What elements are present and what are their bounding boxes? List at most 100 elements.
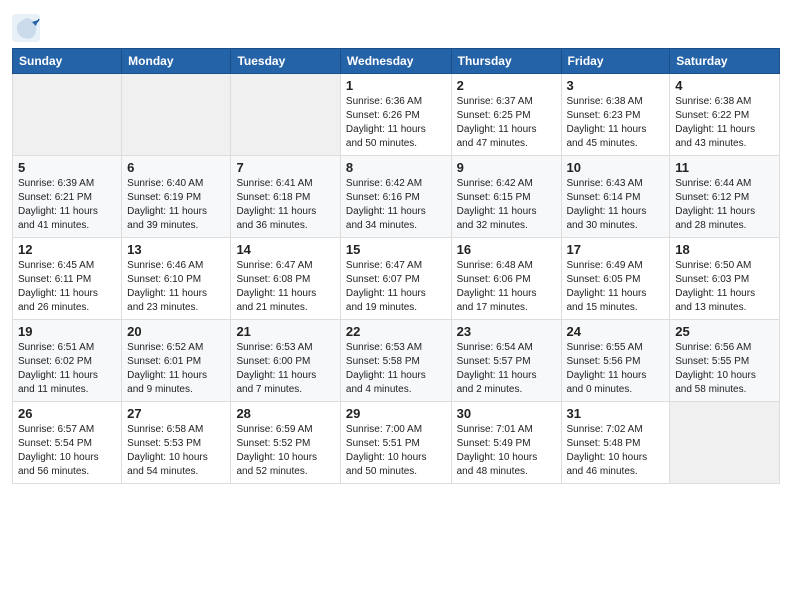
calendar-cell: 16 Sunrise: 6:48 AM Sunset: 6:06 PM Dayli… <box>451 238 561 320</box>
day-number: 27 <box>127 406 225 421</box>
calendar-cell: 21Sunrise: 6:53 AM Sunset: 6:00 PM Dayli… <box>231 320 340 402</box>
day-info: Sunrise: 6:55 AM Sunset: 5:56 PM Dayligh… <box>567 341 665 397</box>
day-info: Sunrise: 6:52 AM Sunset: 6:01 PM Dayligh… <box>127 341 225 397</box>
page-container: SundayMondayTuesdayWednesdayThursdayFrid… <box>0 0 792 494</box>
day-info: Sunrise: 6:57 AM Sunset: 5:54 PM Dayligh… <box>18 423 116 479</box>
calendar-cell: 5 Sunrise: 6:39 AM Sunset: 6:21 PM Daylig… <box>13 156 122 238</box>
day-info: Sunrise: 6:42 AM Sunset: 6:15 PM Dayligh… <box>457 177 556 233</box>
day-info: Sunrise: 6:48 AM Sunset: 6:06 PM Dayligh… <box>457 259 556 315</box>
day-number: 5 <box>18 160 116 175</box>
day-number: 17 <box>567 242 665 257</box>
calendar-cell: 9 Sunrise: 6:42 AM Sunset: 6:15 PM Daylig… <box>451 156 561 238</box>
calendar-week-row: 12 Sunrise: 6:45 AM Sunset: 6:11 PM Dayli… <box>13 238 780 320</box>
day-number: 9 <box>457 160 556 175</box>
calendar-cell: 23 Sunrise: 6:54 AM Sunset: 5:57 PM Dayli… <box>451 320 561 402</box>
calendar-header-wednesday: Wednesday <box>340 49 451 74</box>
day-number: 10 <box>567 160 665 175</box>
day-number: 7 <box>236 160 334 175</box>
day-number: 12 <box>18 242 116 257</box>
calendar-cell: 10 Sunrise: 6:43 AM Sunset: 6:14 PM Dayli… <box>561 156 670 238</box>
day-info: Sunrise: 6:53 AM Sunset: 5:58 PM Dayligh… <box>346 341 446 397</box>
calendar-cell <box>122 74 231 156</box>
calendar-cell: 17 Sunrise: 6:49 AM Sunset: 6:05 PM Dayli… <box>561 238 670 320</box>
calendar-cell: 2 Sunrise: 6:37 AM Sunset: 6:25 PM Daylig… <box>451 74 561 156</box>
day-info: Sunrise: 6:47 AM Sunset: 6:07 PM Dayligh… <box>346 259 446 315</box>
day-number: 3 <box>567 78 665 93</box>
calendar-cell: 4Sunrise: 6:38 AM Sunset: 6:22 PM Daylig… <box>670 74 780 156</box>
day-number: 8 <box>346 160 446 175</box>
day-info: Sunrise: 6:49 AM Sunset: 6:05 PM Dayligh… <box>567 259 665 315</box>
day-number: 1 <box>346 78 446 93</box>
day-info: Sunrise: 6:44 AM Sunset: 6:12 PM Dayligh… <box>675 177 774 233</box>
day-info: Sunrise: 6:56 AM Sunset: 5:55 PM Dayligh… <box>675 341 774 397</box>
day-number: 18 <box>675 242 774 257</box>
calendar-header-row: SundayMondayTuesdayWednesdayThursdayFrid… <box>13 49 780 74</box>
calendar-cell: 11 Sunrise: 6:44 AM Sunset: 6:12 PM Dayli… <box>670 156 780 238</box>
day-number: 13 <box>127 242 225 257</box>
day-info: Sunrise: 6:59 AM Sunset: 5:52 PM Dayligh… <box>236 423 334 479</box>
day-info: Sunrise: 6:43 AM Sunset: 6:14 PM Dayligh… <box>567 177 665 233</box>
day-info: Sunrise: 6:38 AM Sunset: 6:23 PM Dayligh… <box>567 95 665 151</box>
day-info: Sunrise: 6:41 AM Sunset: 6:18 PM Dayligh… <box>236 177 334 233</box>
calendar-cell: 27 Sunrise: 6:58 AM Sunset: 5:53 PM Dayli… <box>122 402 231 484</box>
day-number: 6 <box>127 160 225 175</box>
day-info: Sunrise: 7:01 AM Sunset: 5:49 PM Dayligh… <box>457 423 556 479</box>
calendar-cell: 7 Sunrise: 6:41 AM Sunset: 6:18 PM Daylig… <box>231 156 340 238</box>
day-info: Sunrise: 6:42 AM Sunset: 6:16 PM Dayligh… <box>346 177 446 233</box>
calendar-table: SundayMondayTuesdayWednesdayThursdayFrid… <box>12 48 780 484</box>
calendar-cell: 15Sunrise: 6:47 AM Sunset: 6:07 PM Dayli… <box>340 238 451 320</box>
calendar-week-row: 19 Sunrise: 6:51 AM Sunset: 6:02 PM Dayli… <box>13 320 780 402</box>
day-number: 29 <box>346 406 446 421</box>
calendar-cell: 20 Sunrise: 6:52 AM Sunset: 6:01 PM Dayli… <box>122 320 231 402</box>
calendar-week-row: 26 Sunrise: 6:57 AM Sunset: 5:54 PM Dayli… <box>13 402 780 484</box>
day-number: 28 <box>236 406 334 421</box>
day-number: 25 <box>675 324 774 339</box>
day-info: Sunrise: 6:54 AM Sunset: 5:57 PM Dayligh… <box>457 341 556 397</box>
logo-icon <box>12 14 40 42</box>
day-info: Sunrise: 7:02 AM Sunset: 5:48 PM Dayligh… <box>567 423 665 479</box>
day-info: Sunrise: 6:51 AM Sunset: 6:02 PM Dayligh… <box>18 341 116 397</box>
calendar-cell: 30 Sunrise: 7:01 AM Sunset: 5:49 PM Dayli… <box>451 402 561 484</box>
day-info: Sunrise: 6:40 AM Sunset: 6:19 PM Dayligh… <box>127 177 225 233</box>
day-number: 2 <box>457 78 556 93</box>
calendar-cell: 13 Sunrise: 6:46 AM Sunset: 6:10 PM Dayli… <box>122 238 231 320</box>
calendar-cell <box>670 402 780 484</box>
day-number: 4 <box>675 78 774 93</box>
calendar-header-sunday: Sunday <box>13 49 122 74</box>
day-number: 11 <box>675 160 774 175</box>
day-number: 19 <box>18 324 116 339</box>
calendar-cell: 14 Sunrise: 6:47 AM Sunset: 6:08 PM Dayli… <box>231 238 340 320</box>
day-number: 20 <box>127 324 225 339</box>
calendar-cell <box>231 74 340 156</box>
calendar-cell: 6 Sunrise: 6:40 AM Sunset: 6:19 PM Daylig… <box>122 156 231 238</box>
calendar-week-row: 5 Sunrise: 6:39 AM Sunset: 6:21 PM Daylig… <box>13 156 780 238</box>
day-info: Sunrise: 6:39 AM Sunset: 6:21 PM Dayligh… <box>18 177 116 233</box>
day-number: 30 <box>457 406 556 421</box>
day-number: 23 <box>457 324 556 339</box>
day-info: Sunrise: 6:37 AM Sunset: 6:25 PM Dayligh… <box>457 95 556 151</box>
calendar-header-saturday: Saturday <box>670 49 780 74</box>
day-number: 14 <box>236 242 334 257</box>
day-number: 26 <box>18 406 116 421</box>
calendar-header-tuesday: Tuesday <box>231 49 340 74</box>
calendar-cell: 29Sunrise: 7:00 AM Sunset: 5:51 PM Dayli… <box>340 402 451 484</box>
calendar-cell: 24 Sunrise: 6:55 AM Sunset: 5:56 PM Dayli… <box>561 320 670 402</box>
day-number: 16 <box>457 242 556 257</box>
day-info: Sunrise: 6:47 AM Sunset: 6:08 PM Dayligh… <box>236 259 334 315</box>
calendar-cell: 25 Sunrise: 6:56 AM Sunset: 5:55 PM Dayli… <box>670 320 780 402</box>
calendar-cell: 19 Sunrise: 6:51 AM Sunset: 6:02 PM Dayli… <box>13 320 122 402</box>
calendar-cell: 28 Sunrise: 6:59 AM Sunset: 5:52 PM Dayli… <box>231 402 340 484</box>
day-number: 31 <box>567 406 665 421</box>
day-info: Sunrise: 6:58 AM Sunset: 5:53 PM Dayligh… <box>127 423 225 479</box>
calendar-header-thursday: Thursday <box>451 49 561 74</box>
logo <box>12 14 44 42</box>
header <box>12 10 780 42</box>
calendar-cell <box>13 74 122 156</box>
day-info: Sunrise: 6:53 AM Sunset: 6:00 PM Dayligh… <box>236 341 334 397</box>
calendar-cell: 18Sunrise: 6:50 AM Sunset: 6:03 PM Dayli… <box>670 238 780 320</box>
day-info: Sunrise: 6:45 AM Sunset: 6:11 PM Dayligh… <box>18 259 116 315</box>
calendar-cell: 26 Sunrise: 6:57 AM Sunset: 5:54 PM Dayli… <box>13 402 122 484</box>
day-number: 24 <box>567 324 665 339</box>
calendar-cell: 31 Sunrise: 7:02 AM Sunset: 5:48 PM Dayli… <box>561 402 670 484</box>
day-info: Sunrise: 6:46 AM Sunset: 6:10 PM Dayligh… <box>127 259 225 315</box>
